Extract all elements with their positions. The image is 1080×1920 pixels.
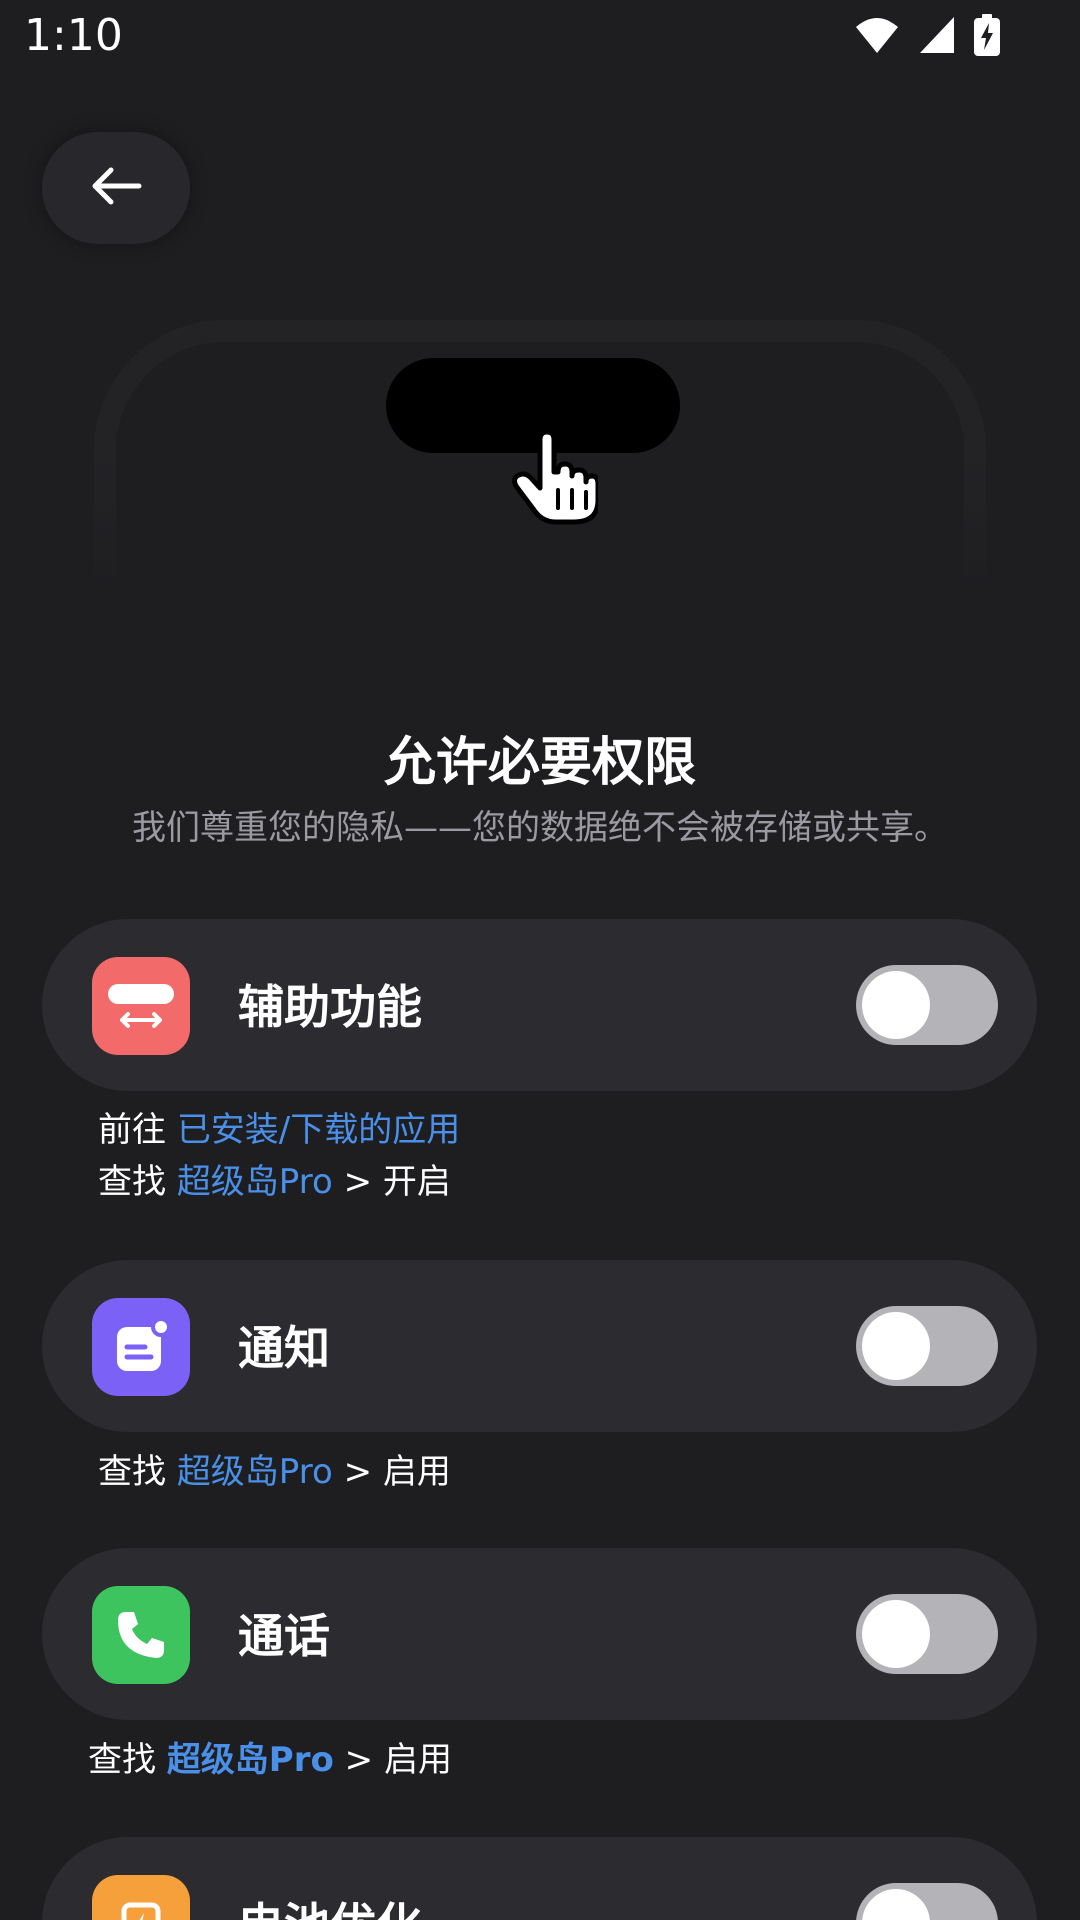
- hint-prefix: 查找: [98, 1452, 177, 1492]
- permission-label: 电池优化: [238, 1889, 422, 1920]
- hint-suffix: > 启用: [333, 1740, 452, 1780]
- hand-cursor-icon: [512, 429, 601, 530]
- toggle-knob: [862, 1600, 930, 1668]
- app-name-link[interactable]: 超级岛Pro: [167, 1740, 334, 1780]
- hint-line: 查找 超级岛Pro > 启用: [88, 1734, 452, 1786]
- phone-hint: 查找 超级岛Pro > 启用: [88, 1734, 452, 1786]
- status-bar: 1:10: [0, 0, 1080, 72]
- hint-line: 查找 超级岛Pro > 启用: [98, 1446, 451, 1498]
- hint-prefix: 查找: [88, 1740, 167, 1780]
- hint-prefix: 前往: [98, 1110, 177, 1150]
- wifi-icon: [854, 15, 900, 55]
- phone-toggle[interactable]: [856, 1594, 998, 1674]
- permission-card-battery: 电池优化: [42, 1837, 1037, 1920]
- app-name-link[interactable]: 超级岛Pro: [177, 1162, 333, 1202]
- hint-suffix: > 开启: [332, 1162, 451, 1202]
- hint-line: 前往 已安装/下载的应用: [98, 1104, 460, 1156]
- accessibility-hint: 前往 已安装/下载的应用 查找 超级岛Pro > 开启: [98, 1104, 460, 1208]
- status-icons: [854, 14, 1000, 56]
- hint-line: 查找 超级岛Pro > 开启: [98, 1156, 460, 1208]
- phone-icon: [92, 1586, 190, 1684]
- permission-label: 通话: [238, 1609, 330, 1663]
- app-name-link[interactable]: 超级岛Pro: [177, 1452, 333, 1492]
- hint-prefix: 查找: [98, 1162, 177, 1202]
- permission-label: 通知: [238, 1321, 330, 1375]
- notification-icon: [92, 1298, 190, 1396]
- battery-optimization-icon: [92, 1875, 190, 1920]
- toggle-knob: [862, 1889, 930, 1920]
- page-subtitle: 我们尊重您的隐私——您的数据绝不会被存储或共享。: [132, 808, 948, 848]
- page-title: 允许必要权限: [383, 733, 696, 793]
- permission-card-notification: 通知: [42, 1260, 1037, 1432]
- accessibility-toggle[interactable]: [856, 965, 998, 1045]
- permission-card-phone: 通话: [42, 1548, 1037, 1720]
- signal-icon: [918, 15, 956, 55]
- phone-illustration: [84, 320, 996, 630]
- toggle-knob: [862, 1312, 930, 1380]
- installed-apps-link[interactable]: 已安装/下载的应用: [177, 1110, 460, 1150]
- arrow-left-icon: [89, 166, 143, 210]
- toggle-knob: [862, 971, 930, 1039]
- battery-toggle[interactable]: [856, 1883, 998, 1920]
- hint-suffix: > 启用: [332, 1452, 451, 1492]
- permission-card-accessibility: 辅助功能: [42, 919, 1037, 1091]
- permission-label: 辅助功能: [238, 980, 422, 1034]
- status-time: 1:10: [24, 10, 123, 61]
- battery-charging-icon: [974, 14, 1000, 56]
- notification-toggle[interactable]: [856, 1306, 998, 1386]
- notification-hint: 查找 超级岛Pro > 启用: [98, 1446, 451, 1498]
- back-button[interactable]: [42, 132, 190, 244]
- accessibility-icon: [92, 957, 190, 1055]
- permissions-screen: 1:10 允许必要权限 我们尊重您的隐私——您的数据绝不会被存储或共享。 辅助功…: [0, 0, 1080, 1920]
